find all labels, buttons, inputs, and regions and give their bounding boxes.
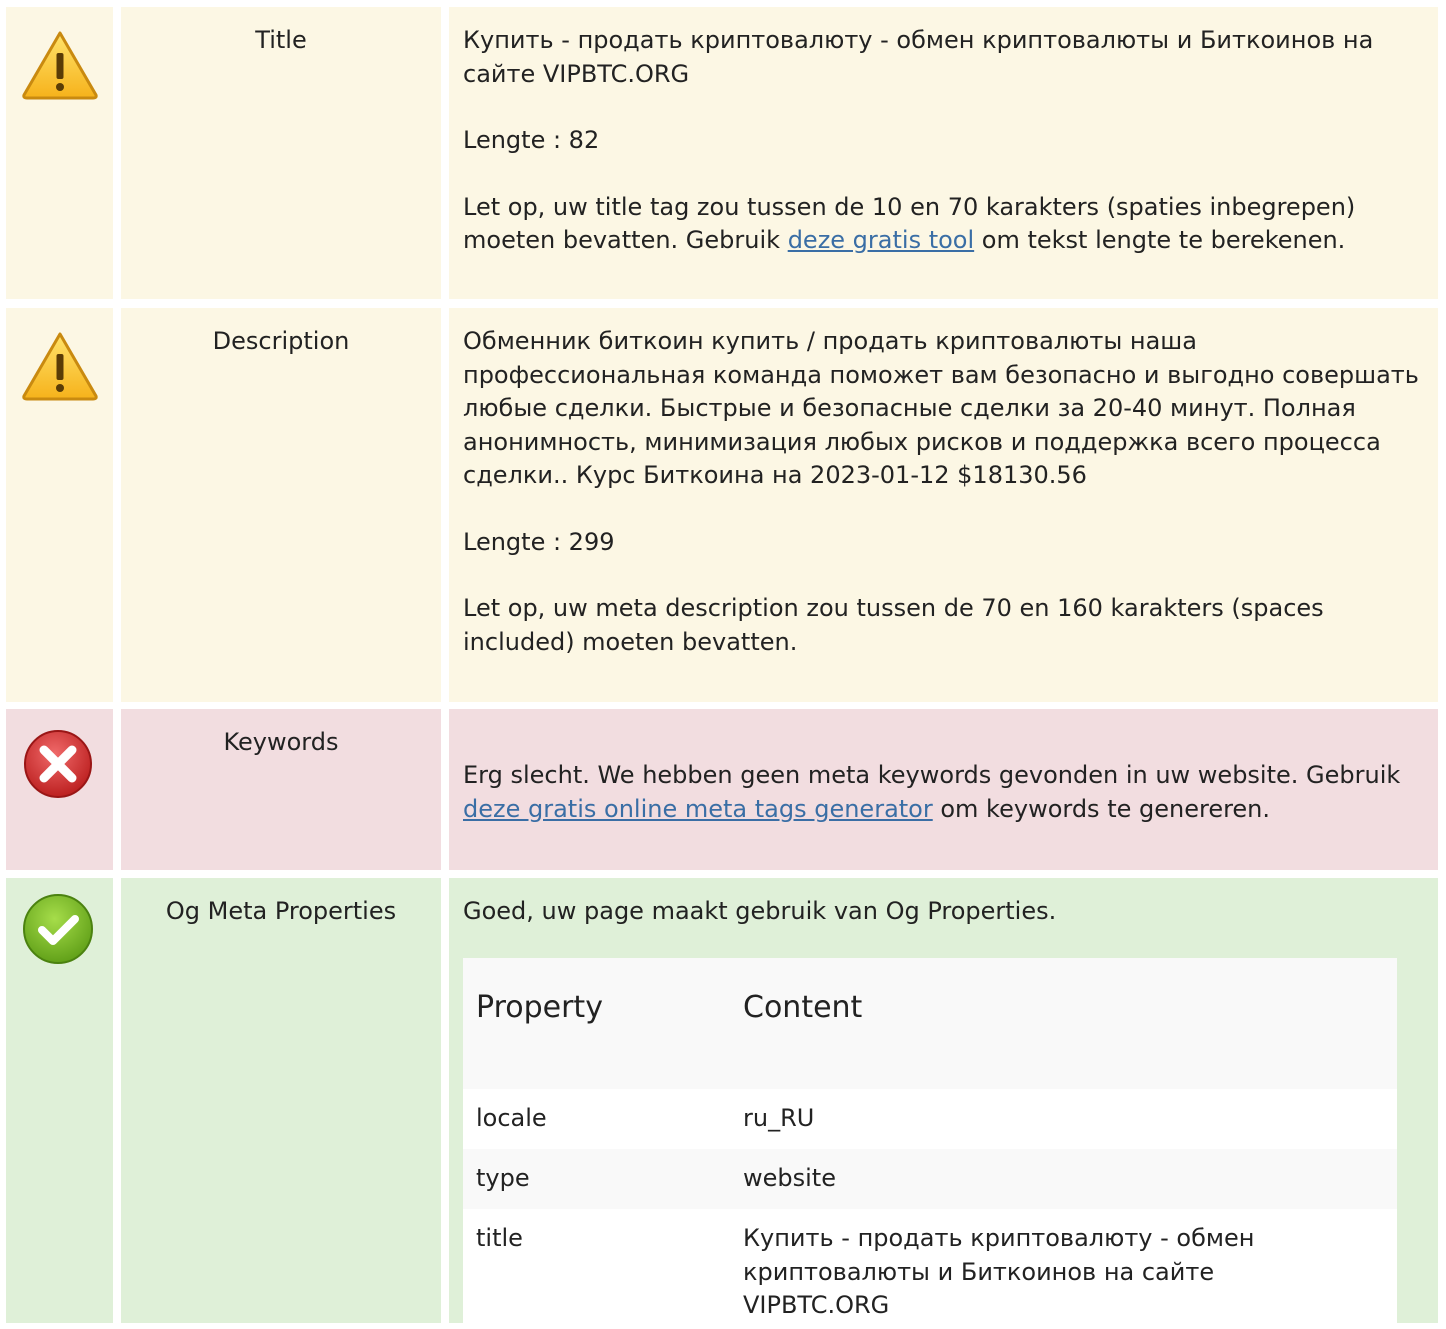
meta-tags-generator-link[interactable]: deze gratis online meta tags generator (463, 795, 933, 823)
text-length-tool-link[interactable]: deze gratis tool (788, 226, 974, 254)
property-cell: title (476, 1224, 523, 1252)
column-header-property: Property (476, 990, 603, 1025)
description-length: Lengte : 299 (463, 527, 615, 556)
status-cell (6, 709, 113, 870)
description-advice: Let op, uw meta description zou tussen d… (463, 594, 1324, 656)
og-properties-table: Property Content locale ru_RU type websi… (463, 958, 1397, 1329)
status-cell (6, 878, 113, 1323)
seo-row-og-properties: Og Meta Properties Goed, uw page maakt g… (0, 878, 1446, 1329)
status-cell (6, 7, 113, 299)
row-content: Купить - продать криптовалюту - обмен кр… (449, 7, 1438, 299)
status-cell (6, 308, 113, 702)
table-row: type website (463, 1149, 1397, 1209)
page-title-text: Купить - продать криптовалюту - обмен кр… (463, 26, 1374, 88)
property-cell: type (476, 1164, 530, 1192)
property-cell: locale (476, 1104, 547, 1132)
seo-row-title: Title Купить - продать криптовалюту - об… (0, 7, 1446, 299)
table-row: title Купить - продать криптовалюту - об… (463, 1209, 1397, 1329)
content-cell: website (743, 1164, 836, 1192)
og-intro: Goed, uw page maakt gebruik van Og Prope… (463, 897, 1057, 925)
row-content: Обменник биткоин купить / продать крипто… (449, 308, 1438, 702)
table-header: Property Content (463, 958, 1397, 1089)
seo-row-keywords: Keywords Erg slecht. We hebben geen meta… (0, 709, 1446, 870)
row-label: Title (121, 7, 441, 299)
error-icon (20, 729, 100, 805)
keywords-message: Erg slecht. We hebben geen meta keywords… (463, 761, 1401, 823)
content-cell: Купить - продать криптовалюту - обмен кр… (743, 1224, 1255, 1319)
row-content: Erg slecht. We hebben geen meta keywords… (449, 709, 1438, 870)
title-length: Lengte : 82 (463, 126, 600, 154)
row-label: Keywords (121, 709, 441, 870)
column-header-content: Content (743, 990, 863, 1025)
row-content: Goed, uw page maakt gebruik van Og Prope… (449, 878, 1438, 1329)
title-advice: Let op, uw title tag zou tussen de 10 en… (463, 192, 1356, 255)
meta-description-text: Обменник биткоин купить / продать крипто… (463, 327, 1419, 489)
warning-icon (20, 27, 100, 103)
seo-row-description: Description Обменник биткоин купить / пр… (0, 308, 1446, 702)
row-label: Description (121, 308, 441, 702)
row-label: Og Meta Properties (121, 878, 441, 1323)
warning-icon (20, 328, 100, 404)
content-cell: ru_RU (743, 1104, 815, 1132)
table-row: locale ru_RU (463, 1089, 1397, 1149)
check-icon (20, 892, 100, 968)
